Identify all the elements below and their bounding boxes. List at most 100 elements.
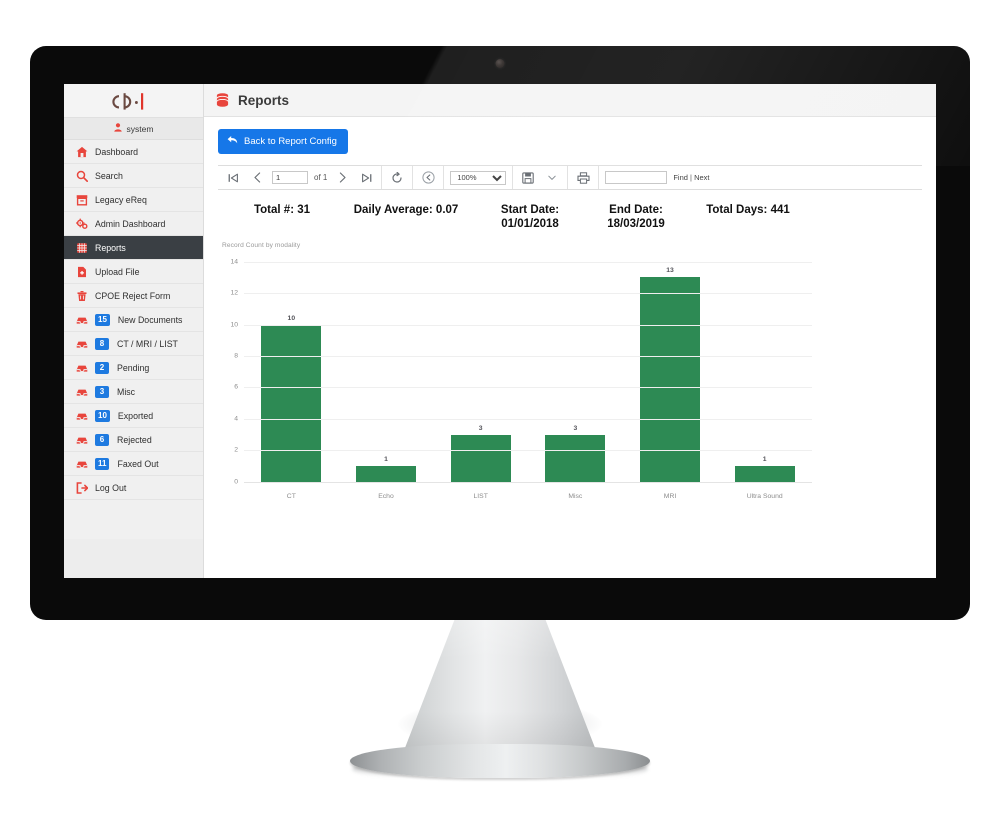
first-page-icon[interactable] bbox=[224, 169, 242, 187]
sidebar-item-label: Misc bbox=[117, 386, 136, 397]
chart-bar[interactable]: 1 bbox=[356, 456, 416, 482]
sidebar-item-admin-dashboard[interactable]: Admin Dashboard bbox=[64, 212, 203, 236]
find-input[interactable] bbox=[605, 171, 668, 184]
sidebar-item-rejected[interactable]: 6 Rejected bbox=[64, 428, 203, 452]
brand-logo[interactable] bbox=[64, 84, 203, 117]
sidebar-item-label: Legacy eReq bbox=[95, 194, 147, 205]
inbox-icon bbox=[75, 458, 88, 470]
chart-title: Record Count by modality bbox=[222, 241, 301, 249]
inbox-icon bbox=[75, 434, 88, 446]
sidebar-item-badge: 2 bbox=[95, 361, 109, 374]
zoom-select[interactable]: 100% bbox=[450, 170, 507, 185]
summary-label: End Date: bbox=[609, 204, 663, 216]
sidebar-item-exported[interactable]: 10 Exported bbox=[64, 404, 203, 428]
chart-bar-value-label: 10 bbox=[287, 314, 296, 322]
screenshot-root: system Dashboard Search Legacy eReq Admi… bbox=[0, 0, 1000, 828]
cpi-logo-icon bbox=[111, 92, 143, 110]
page-number-input[interactable] bbox=[272, 171, 308, 184]
chart-bar-column: 10 bbox=[244, 262, 339, 482]
sidebar-user-row[interactable]: system bbox=[64, 117, 203, 140]
sidebar-item-pending[interactable]: 2 Pending bbox=[64, 356, 203, 380]
sidebar-item-label: Log Out bbox=[95, 482, 127, 493]
sidebar-item-reports[interactable]: Reports bbox=[64, 236, 203, 260]
summary-cell: Daily Average: 0.07 bbox=[336, 203, 476, 217]
find-links: Find | Next bbox=[673, 173, 709, 182]
sidebar-item-label: CT / MRI / LIST bbox=[117, 338, 178, 349]
summary-label: Daily Average: 0.07 bbox=[353, 204, 459, 216]
sidebar-item-misc[interactable]: 3 Misc bbox=[64, 380, 203, 404]
save-disk-icon[interactable] bbox=[519, 169, 537, 187]
sidebar-item-cpoe-reject-form[interactable]: CPOE Reject Form bbox=[64, 284, 203, 308]
find-separator: | bbox=[690, 173, 692, 182]
chart-x-label: LIST bbox=[473, 492, 488, 500]
sidebar-user-label: system bbox=[126, 123, 154, 134]
prev-page-icon[interactable] bbox=[248, 169, 266, 187]
sidebar-item-upload-file[interactable]: Upload File bbox=[64, 260, 203, 284]
last-page-icon[interactable] bbox=[357, 169, 375, 187]
sidebar-item-label: Dashboard bbox=[95, 146, 139, 157]
chart-bar-value-label: 1 bbox=[384, 456, 388, 464]
chart-bar-value-label: 13 bbox=[666, 267, 674, 275]
chart-bar-value-label: 3 bbox=[478, 424, 483, 432]
summary-value: 01/01/2018 bbox=[501, 218, 559, 231]
sidebar-item-ct-mri-list[interactable]: 8 CT / MRI / LIST bbox=[64, 332, 203, 356]
chart-bar[interactable]: 10 bbox=[261, 315, 322, 482]
page-header: Reports bbox=[204, 84, 936, 117]
chart-y-tick-label: 0 bbox=[234, 478, 238, 486]
chart-x-axis-labels: CT Echo LIST Misc MRI Ultra Sound bbox=[244, 493, 812, 500]
sidebar-item-dashboard[interactable]: Dashboard bbox=[64, 140, 203, 164]
sidebar: system Dashboard Search Legacy eReq Admi… bbox=[64, 84, 204, 578]
chart-bar-value-label: 1 bbox=[762, 456, 767, 464]
sidebar-item-badge: 6 bbox=[95, 433, 109, 446]
find-link[interactable]: Find bbox=[673, 173, 688, 182]
sidebar-item-legacy-ereq[interactable]: Legacy eReq bbox=[64, 188, 203, 212]
chart-x-label: MRI bbox=[663, 492, 677, 500]
archive-icon bbox=[75, 194, 88, 206]
chart-x-label: Echo bbox=[378, 492, 394, 500]
printer-icon[interactable] bbox=[574, 169, 592, 187]
back-circle-group bbox=[413, 166, 445, 189]
webcam-icon bbox=[495, 59, 505, 68]
record-count-chart: Record Count by modality 10 1 3 3 13 1 024681… bbox=[218, 242, 818, 514]
sidebar-item-log-out[interactable]: Log Out bbox=[64, 476, 203, 500]
summary-cell: Total Days: 441 bbox=[688, 203, 808, 217]
sidebar-item-badge: 8 bbox=[95, 337, 109, 350]
refresh-group bbox=[382, 166, 414, 189]
back-to-report-config-label: Back to Report Config bbox=[244, 136, 337, 147]
chart-x-label: CT bbox=[286, 492, 296, 500]
chart-plot-area: 10 1 3 3 13 1 0 2 4 6 8 10 12 14 bbox=[230, 258, 812, 485]
chart-gridline bbox=[244, 481, 812, 483]
sidebar-item-label: CPOE Reject Form bbox=[95, 290, 171, 301]
find-next-link[interactable]: Next bbox=[694, 173, 709, 182]
sidebar-item-label: Rejected bbox=[117, 434, 152, 445]
chevron-down-icon[interactable] bbox=[543, 169, 561, 187]
inbox-icon bbox=[75, 386, 88, 398]
chart-bar[interactable]: 1 bbox=[734, 456, 795, 482]
back-to-report-config-button[interactable]: Back to Report Config bbox=[218, 129, 348, 154]
chart-y-tick-label: 6 bbox=[234, 383, 238, 391]
chart-gridline bbox=[244, 418, 812, 420]
inbox-icon bbox=[75, 362, 88, 374]
back-circle-icon[interactable] bbox=[419, 169, 437, 187]
sidebar-item-badge: 15 bbox=[95, 313, 110, 326]
monitor-screen: system Dashboard Search Legacy eReq Admi… bbox=[64, 84, 936, 578]
find-group: Find | Next bbox=[599, 166, 715, 189]
next-page-icon[interactable] bbox=[333, 169, 351, 187]
chart-bar-column: 1 bbox=[717, 262, 812, 482]
chart-bar[interactable]: 3 bbox=[450, 425, 511, 482]
chart-bar[interactable]: 3 bbox=[545, 425, 606, 482]
chart-bar-column: 13 bbox=[623, 262, 718, 482]
sidebar-item-search[interactable]: Search bbox=[64, 164, 203, 188]
refresh-icon[interactable] bbox=[388, 169, 406, 187]
chart-bar-column: 1 bbox=[339, 262, 434, 482]
sidebar-item-new-documents[interactable]: 15 New Documents bbox=[64, 308, 203, 332]
summary-value: 18/03/2019 bbox=[607, 218, 665, 231]
sidebar-item-label: Exported bbox=[117, 410, 154, 421]
sidebar-nav: Dashboard Search Legacy eReq Admin Dashb… bbox=[64, 140, 203, 539]
sidebar-item-faxed-out[interactable]: 11 Faxed Out bbox=[64, 452, 203, 476]
sidebar-item-badge: 11 bbox=[95, 457, 110, 470]
chart-bars: 10 1 3 3 13 1 bbox=[244, 262, 812, 482]
chart-gridline bbox=[244, 450, 812, 452]
monitor-stand-base bbox=[350, 744, 650, 778]
chart-gridline bbox=[244, 324, 812, 326]
